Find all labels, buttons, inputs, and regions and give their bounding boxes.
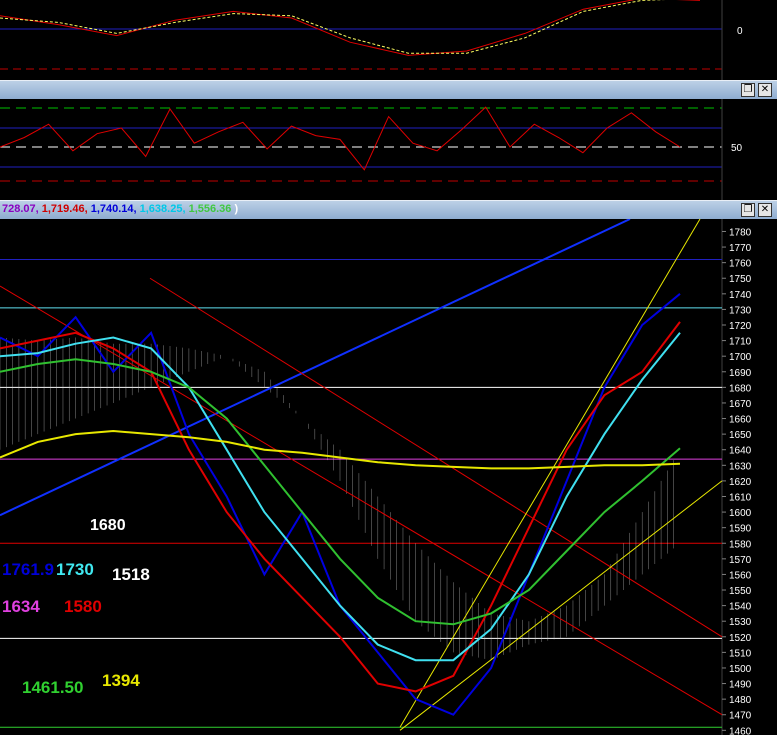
annotation-label: 1394 [102, 671, 140, 690]
legend-value: 1,740.14, [87, 203, 137, 215]
price-tick-label: 1480 [729, 695, 752, 706]
middle-pane-titlebar: ❐ ✕ [0, 80, 777, 100]
close-button[interactable]: ✕ [758, 83, 772, 97]
middle-oscillator-pane: 50 [0, 99, 777, 200]
price-tick-label: 1620 [729, 477, 752, 488]
price-tick-label: 1660 [729, 415, 752, 426]
legend-value: 1,556.36 [185, 203, 232, 215]
series-line [0, 358, 681, 626]
middle-oscillator-chart: 50 [0, 99, 743, 200]
annotation-label: 1730 [56, 560, 94, 579]
series-line [0, 332, 681, 662]
price-tick-label: 1750 [729, 274, 752, 285]
annotation-label: 1461.50 [22, 678, 83, 697]
price-tick-label: 1630 [729, 461, 752, 472]
channel-yellow-lower [399, 480, 723, 731]
price-tick-label: 1600 [729, 508, 752, 519]
price-tick-label: 1780 [729, 227, 752, 238]
annotation-label: 1680 [90, 517, 126, 534]
close-button[interactable]: ✕ [758, 203, 772, 217]
axis-tick-label: 50 [731, 143, 743, 154]
price-tick-label: 1460 [729, 726, 752, 735]
price-tick-label: 1680 [729, 383, 752, 394]
annotation-label: 1518 [112, 565, 150, 584]
channel-yellow-upper [399, 219, 701, 728]
series-line [0, 321, 681, 693]
price-tick-label: 1650 [729, 430, 752, 441]
legend-value: 1,638.25, [136, 203, 186, 215]
top-oscillator-chart: 0 [0, 0, 743, 80]
legend-value: ) [231, 203, 239, 215]
top-oscillator-pane: 0 [0, 0, 777, 80]
price-tick-label: 1520 [729, 633, 752, 644]
restore-button[interactable]: ❐ [741, 83, 755, 97]
annotation-label: 1580 [64, 597, 102, 616]
main-pane-titlebar: 728.07, 1,719.46, 1,740.14, 1,638.25, 1,… [0, 200, 777, 220]
indicator-legend: 728.07, 1,719.46, 1,740.14, 1,638.25, 1,… [2, 203, 238, 215]
series-line [0, 293, 681, 716]
price-tick-label: 1500 [729, 664, 752, 675]
main-price-chart: 1780 1770 1760 1750 1740 1730 1720 1710 1700 1690… [0, 219, 752, 735]
price-tick-label: 1710 [729, 337, 752, 348]
oscillator-series-line [0, 0, 701, 56]
price-tick-label: 1530 [729, 617, 752, 628]
price-tick-label: 1700 [729, 352, 752, 363]
price-tick-label: 1740 [729, 290, 752, 301]
annotation-label: 1634 [2, 597, 40, 616]
price-tick-label: 1540 [729, 602, 752, 613]
main-price-pane: 1780 1770 1760 1750 1740 1730 1720 1710 1700 1690… [0, 219, 777, 735]
axis-tick-label: 0 [737, 26, 743, 37]
trendline-red-lower [0, 285, 723, 716]
legend-value: 1,719.46, [38, 203, 88, 215]
oscillator-series-line [0, 0, 666, 54]
price-tick-label: 1470 [729, 711, 752, 722]
legend-value: 728.07, [2, 203, 39, 215]
price-tick-label: 1770 [729, 243, 752, 254]
price-tick-label: 1640 [729, 446, 752, 457]
price-tick-label: 1550 [729, 586, 752, 597]
price-tick-label: 1610 [729, 492, 752, 503]
price-tick-label: 1570 [729, 555, 752, 566]
price-tick-label: 1670 [729, 399, 752, 410]
price-tick-label: 1510 [729, 648, 752, 659]
price-tick-label: 1720 [729, 321, 752, 332]
annotation-label: 1761.9 [2, 560, 54, 579]
price-tick-label: 1490 [729, 680, 752, 691]
price-tick-label: 1760 [729, 259, 752, 270]
oscillator-series-line [0, 106, 681, 171]
restore-button[interactable]: ❐ [741, 203, 755, 217]
price-tick-label: 1590 [729, 524, 752, 535]
price-tick-label: 1580 [729, 539, 752, 550]
price-tick-label: 1690 [729, 368, 752, 379]
price-tick-label: 1730 [729, 305, 752, 316]
price-tick-label: 1560 [729, 570, 752, 581]
trendline-red-upper [149, 277, 723, 638]
